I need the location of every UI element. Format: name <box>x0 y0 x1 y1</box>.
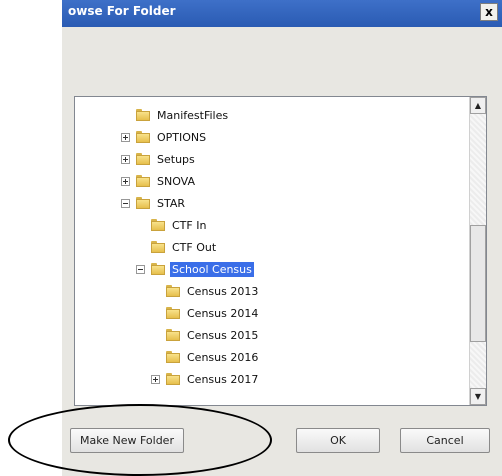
tree-item-census-2013[interactable]: Census 2013 <box>166 282 260 300</box>
expand-icon[interactable] <box>121 154 130 164</box>
scroll-thumb[interactable] <box>470 225 486 342</box>
folder-tree[interactable]: ManifestFiles OPTIONS Setups SNOVA STAR … <box>74 96 487 406</box>
folder-icon <box>136 131 150 143</box>
tree-item-ctf-out[interactable]: CTF Out <box>151 238 218 256</box>
tree-item-label: ManifestFiles <box>157 108 229 122</box>
folder-icon <box>166 373 180 385</box>
expand-icon[interactable] <box>121 176 130 186</box>
folder-icon <box>166 285 180 297</box>
dialog-title: owse For Folder <box>68 4 176 18</box>
folder-icon <box>136 175 150 187</box>
folder-icon <box>136 197 150 209</box>
tree-item-census-2017[interactable]: Census 2017 <box>151 370 260 388</box>
folder-icon <box>151 263 165 275</box>
folder-icon <box>136 109 150 121</box>
tree-item-label: CTF Out <box>172 240 217 254</box>
folder-icon <box>136 153 150 165</box>
tree-item-label: Census 2016 <box>187 350 259 364</box>
vertical-scrollbar[interactable]: ▲ ▼ <box>469 97 486 405</box>
folder-icon <box>166 307 180 319</box>
tree-item-label: School Census <box>170 261 254 277</box>
expand-icon[interactable] <box>121 132 130 142</box>
tree-item-label: CTF In <box>172 218 207 232</box>
expand-icon[interactable] <box>151 374 160 384</box>
tree-item-label: STAR <box>157 196 186 210</box>
tree-item-manifestfiles[interactable]: ManifestFiles <box>136 106 230 124</box>
tree-item-setups[interactable]: Setups <box>121 150 197 168</box>
tree-item-label: Census 2015 <box>187 328 259 342</box>
make-new-folder-button[interactable]: Make New Folder <box>70 428 184 453</box>
folder-icon <box>166 351 180 363</box>
tree-item-snova[interactable]: SNOVA <box>121 172 197 190</box>
tree-item-label: Census 2013 <box>187 284 259 298</box>
ok-button[interactable]: OK <box>296 428 380 453</box>
tree-item-label: Setups <box>157 152 195 166</box>
title-bar[interactable]: owse For Folder x <box>62 0 502 27</box>
tree-item-star[interactable]: STAR <box>121 194 187 212</box>
folder-icon <box>151 219 165 231</box>
tree-item-census-2016[interactable]: Census 2016 <box>166 348 260 366</box>
folder-icon <box>151 241 165 253</box>
cancel-button[interactable]: Cancel <box>400 428 490 453</box>
tree-item-census-2015[interactable]: Census 2015 <box>166 326 260 344</box>
down-arrow-icon[interactable]: ▼ <box>470 388 486 405</box>
tree-item-label: OPTIONS <box>157 130 207 144</box>
tree-item-options[interactable]: OPTIONS <box>121 128 208 146</box>
tree-item-label: Census 2017 <box>187 372 259 386</box>
browse-for-folder-dialog: owse For Folder x ManifestFiles OPTIONS … <box>62 0 502 476</box>
tree-item-label: Census 2014 <box>187 306 259 320</box>
collapse-icon[interactable] <box>136 264 145 274</box>
tree-item-ctf-in[interactable]: CTF In <box>151 216 208 234</box>
collapse-icon[interactable] <box>121 198 130 208</box>
tree-item-census-2014[interactable]: Census 2014 <box>166 304 260 322</box>
tree-item-label: SNOVA <box>157 174 196 188</box>
close-button[interactable]: x <box>480 3 498 21</box>
folder-icon <box>166 329 180 341</box>
up-arrow-icon[interactable]: ▲ <box>470 97 486 114</box>
tree-item-school-census[interactable]: School Census <box>136 260 254 278</box>
